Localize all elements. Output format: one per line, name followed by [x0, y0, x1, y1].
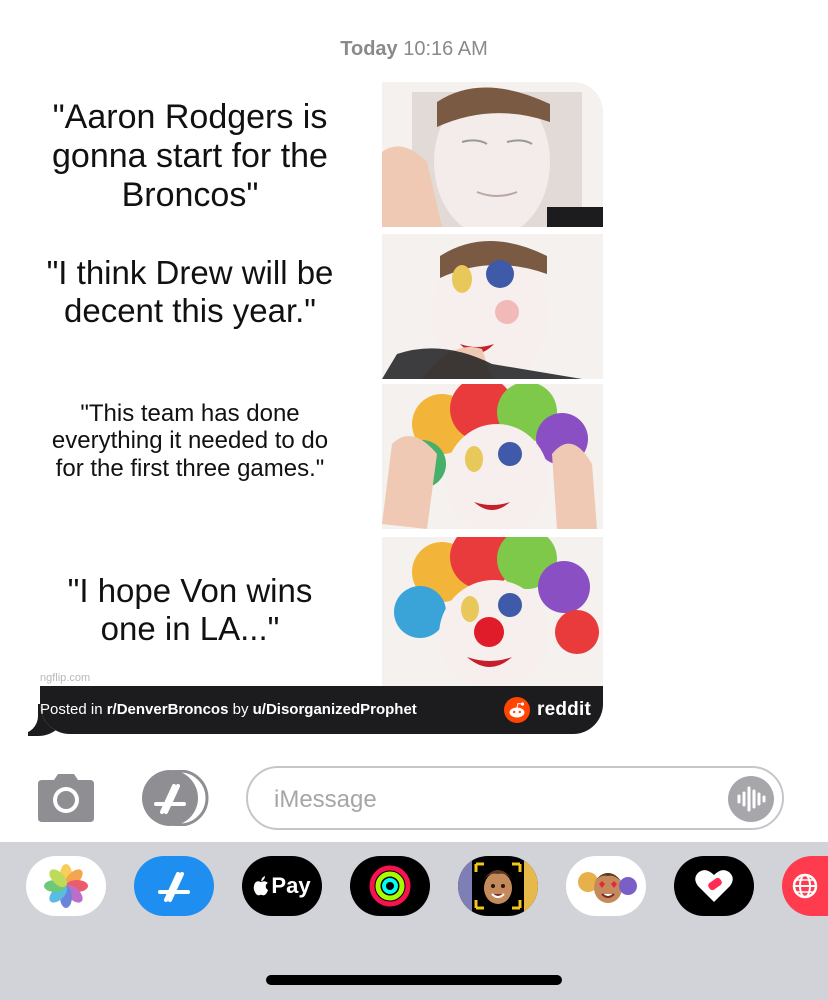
- camera-icon: [38, 774, 94, 822]
- reddit-username: u/DisorganizedProphet: [252, 701, 417, 718]
- photos-app-button[interactable]: [26, 856, 106, 916]
- reddit-logo: reddit: [504, 697, 591, 723]
- memoji-app-button[interactable]: [458, 856, 538, 916]
- waveform-icon: [737, 786, 766, 812]
- app-store-a-icon: [158, 872, 190, 902]
- reddit-attribution-bar[interactable]: Posted in r/DenverBroncos by u/Disorgani…: [40, 686, 603, 734]
- clown-panel-2: [382, 234, 603, 379]
- memoji-stickers-app-button[interactable]: [566, 856, 646, 916]
- app-store-app-button[interactable]: [134, 856, 214, 916]
- meme-image[interactable]: "Aaron Rodgers is gonna start for the Br…: [40, 82, 603, 687]
- web-search-app-button[interactable]: [782, 856, 828, 916]
- memoji-stickers-icon: [578, 872, 637, 903]
- subreddit-name: r/DenverBroncos: [106, 701, 229, 718]
- memoji-face-icon: [458, 856, 538, 916]
- heart-sticker-app-button[interactable]: [674, 856, 754, 916]
- meme-caption-4: "I hope Von wins one in LA...": [67, 572, 313, 647]
- reddit-snoo-icon: [504, 697, 531, 723]
- apple-pay-app-button[interactable]: Pay: [242, 856, 322, 916]
- attribution-text: Posted in r/DenverBroncos by u/Disorgani…: [40, 701, 417, 718]
- clown-panel-3: [382, 384, 603, 529]
- audio-message-button[interactable]: [728, 776, 774, 822]
- message-timestamp: Today 10:16 AM: [0, 38, 828, 61]
- globe-icon: [792, 873, 818, 899]
- photos-icon: [44, 864, 88, 908]
- apple-icon: [254, 876, 269, 896]
- timestamp-day: Today: [340, 38, 398, 60]
- apple-pay-label: Pay: [271, 873, 311, 898]
- activity-app-button[interactable]: [350, 856, 430, 916]
- clown-panel-1: [382, 82, 603, 227]
- meme-caption-3: "This team has done everything it needed…: [51, 400, 329, 482]
- meme-caption-2: "I think Drew will be decent this year.": [46, 254, 334, 329]
- home-indicator[interactable]: [266, 975, 562, 985]
- activity-rings-icon: [369, 865, 411, 907]
- app-store-button[interactable]: [138, 769, 212, 827]
- imgflip-watermark: ngflip.com: [40, 672, 91, 684]
- timestamp-time: 10:16 AM: [403, 38, 488, 60]
- imessage-field[interactable]: [246, 766, 784, 830]
- camera-button[interactable]: [34, 772, 98, 824]
- app-store-icon: [142, 769, 209, 827]
- reddit-wordmark: reddit: [537, 699, 591, 720]
- meme-caption-1: "Aaron Rodgers is gonna start for the Br…: [52, 98, 328, 214]
- clown-panel-4: [382, 537, 603, 687]
- message-input[interactable]: [272, 782, 696, 818]
- heart-bandage-icon: [695, 870, 733, 902]
- message-bubble[interactable]: "Aaron Rodgers is gonna start for the Br…: [40, 82, 603, 734]
